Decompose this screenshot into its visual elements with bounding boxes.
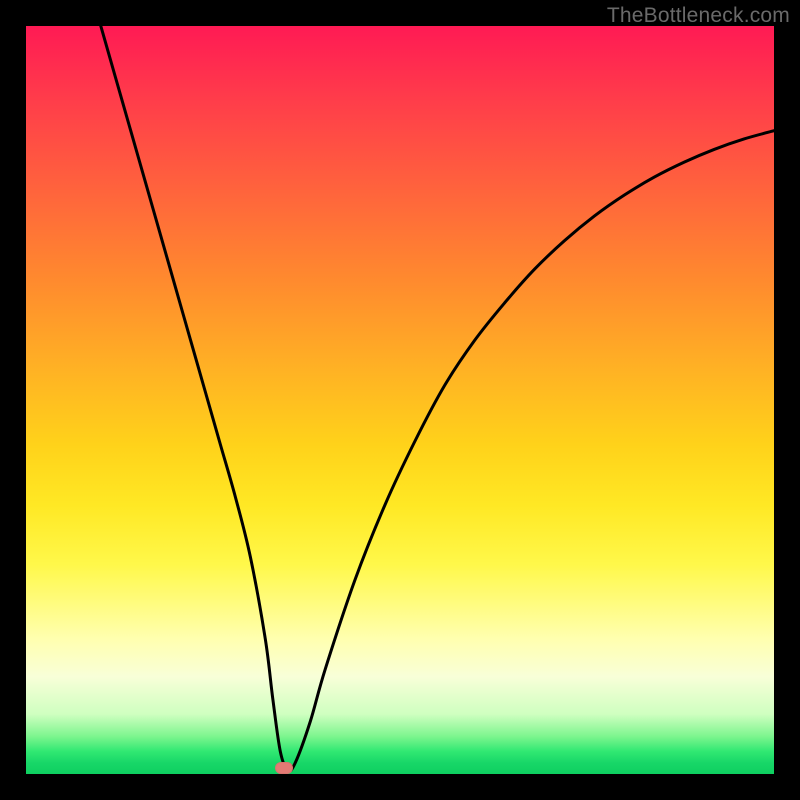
chart-frame: TheBottleneck.com bbox=[0, 0, 800, 800]
curve-layer bbox=[26, 26, 774, 774]
watermark-text: TheBottleneck.com bbox=[607, 4, 790, 28]
optimum-marker bbox=[275, 762, 293, 774]
bottleneck-curve bbox=[101, 26, 774, 771]
plot-area bbox=[26, 26, 774, 774]
